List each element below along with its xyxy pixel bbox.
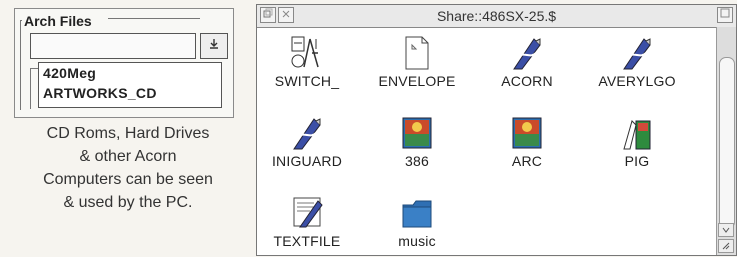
document-icon	[405, 36, 429, 70]
file-name: ARC	[511, 153, 543, 169]
toggle-size-button[interactable]	[717, 7, 733, 23]
filer-window: Share::486SX-25.$ SWITCH_ ENVELOPE ACORN…	[256, 4, 737, 256]
scroll-down-button[interactable]	[718, 223, 734, 237]
painting-icon	[512, 117, 542, 149]
file-item[interactable]: INIGUARD	[252, 115, 362, 169]
caption-line: Computers can be seen	[43, 171, 213, 188]
toggle-size-icon	[720, 8, 730, 18]
drawfile-icon	[623, 38, 651, 70]
file-name: music	[398, 233, 436, 249]
file-name: PIG	[624, 153, 650, 169]
image-icon	[623, 120, 651, 150]
file-item[interactable]: AVERYLGO	[582, 35, 692, 89]
drawfile-icon	[513, 38, 541, 70]
folder-icon	[402, 200, 432, 228]
title-bar[interactable]: Share::486SX-25.$	[257, 5, 736, 28]
caption-text: CD Roms, Hard Drives & other Acorn Compu…	[0, 122, 256, 214]
chevron-down-icon	[210, 39, 218, 49]
painting-icon	[402, 117, 432, 149]
divider	[108, 18, 200, 19]
caption-line: & used by the PC.	[63, 194, 193, 211]
file-name: TEXTFILE	[273, 233, 341, 249]
window-title: Share::486SX-25.$	[436, 8, 557, 24]
caption-line: & other Acorn	[79, 148, 177, 165]
resize-icon	[722, 242, 730, 250]
resize-button[interactable]	[718, 239, 734, 253]
file-item[interactable]: SWITCH_	[252, 35, 362, 89]
list-item[interactable]: ARTWORKS_CD	[43, 83, 221, 103]
divider	[20, 20, 22, 110]
chevron-down-icon	[722, 227, 730, 233]
switch-app-icon	[291, 36, 319, 68]
file-item[interactable]: ENVELOPE	[362, 35, 472, 89]
file-item[interactable]: 386	[362, 115, 472, 169]
file-item[interactable]: PIG	[582, 115, 692, 169]
arch-files-title: Arch Files	[22, 13, 94, 29]
vertical-scrollbar[interactable]	[716, 27, 736, 255]
file-name: AVERYLGO	[598, 73, 676, 89]
arch-files-list: 420Meg ARTWORKS_CD	[38, 62, 222, 108]
drawfile-icon	[293, 118, 321, 150]
file-item[interactable]: TEXTFILE	[252, 195, 362, 249]
text-edit-icon	[293, 197, 323, 228]
file-name: ENVELOPE	[378, 73, 456, 89]
file-item[interactable]: ARC	[472, 115, 582, 169]
file-item[interactable]: music	[362, 195, 472, 249]
file-name: 386	[405, 153, 429, 169]
file-item[interactable]: ACORN	[472, 35, 582, 89]
file-name: SWITCH_	[274, 73, 340, 89]
caption-line: CD Roms, Hard Drives	[46, 125, 210, 142]
file-grid: SWITCH_ ENVELOPE ACORN AVERYLGO INIGUARD…	[257, 27, 717, 257]
list-item[interactable]: 420Meg	[43, 63, 221, 83]
file-name: INIGUARD	[271, 153, 343, 169]
dropdown-button[interactable]	[200, 33, 228, 59]
scroll-thumb[interactable]	[719, 57, 735, 229]
file-name: ACORN	[501, 73, 553, 89]
arch-files-input[interactable]	[30, 33, 196, 59]
